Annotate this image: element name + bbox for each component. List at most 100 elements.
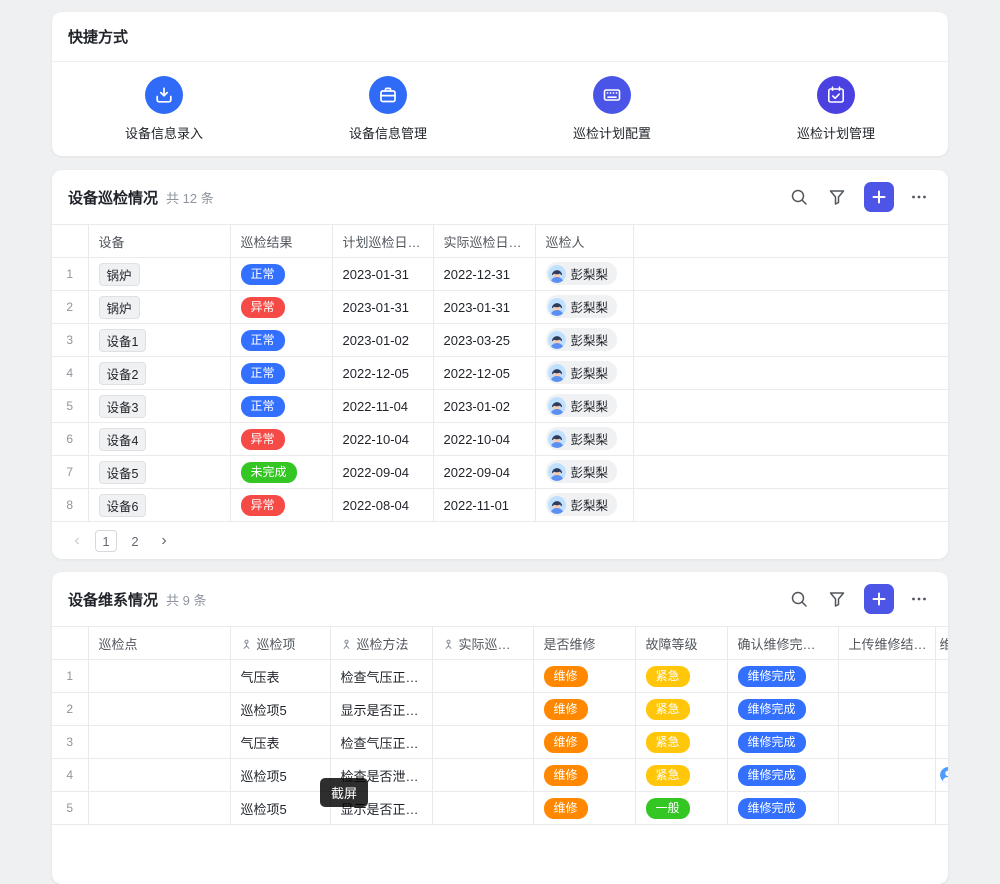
actual-date-cell[interactable]: 2023-03-25 xyxy=(433,324,535,357)
level-cell[interactable]: 一般 xyxy=(635,792,727,825)
search-button[interactable] xyxy=(786,184,812,210)
inspector-cell[interactable]: 彭梨梨 xyxy=(535,291,633,324)
inspector-cell[interactable]: 彭梨梨 xyxy=(535,258,633,291)
repair-cell[interactable]: 维修 xyxy=(533,660,635,693)
confirm-cell[interactable]: 维修完成 xyxy=(727,660,838,693)
item-cell[interactable]: 巡检项5 xyxy=(230,693,330,726)
upload-cell[interactable] xyxy=(838,660,935,693)
upload-cell[interactable] xyxy=(838,726,935,759)
row-number-cell[interactable]: 1 xyxy=(52,258,88,291)
inspector-cell[interactable]: 彭梨梨 xyxy=(535,324,633,357)
planned-date-cell[interactable]: 2023-01-31 xyxy=(332,258,433,291)
item-cell[interactable]: 气压表 xyxy=(230,726,330,759)
upload-cell[interactable] xyxy=(838,759,935,792)
row-number-cell[interactable]: 5 xyxy=(52,390,88,423)
device-cell[interactable]: 锅炉 xyxy=(88,258,230,291)
row-number-cell[interactable]: 7 xyxy=(52,456,88,489)
row-number-cell[interactable]: 4 xyxy=(52,357,88,390)
device-cell[interactable]: 设备6 xyxy=(88,489,230,522)
actual-date-cell[interactable]: 2022-12-31 xyxy=(433,258,535,291)
tail-cell[interactable] xyxy=(935,693,948,726)
tail-cell[interactable] xyxy=(935,660,948,693)
method-cell[interactable]: 检查气压正… xyxy=(330,726,432,759)
more-button[interactable] xyxy=(906,184,932,210)
item-cell[interactable]: 巡检项5 xyxy=(230,759,330,792)
point-cell[interactable] xyxy=(88,693,230,726)
level-cell[interactable]: 紧急 xyxy=(635,759,727,792)
planned-date-cell[interactable]: 2022-08-04 xyxy=(332,489,433,522)
result-cell[interactable]: 异常 xyxy=(230,291,332,324)
inspector-cell[interactable]: 彭梨梨 xyxy=(535,357,633,390)
actual-date-cell[interactable]: 2023-01-31 xyxy=(433,291,535,324)
row-number-cell[interactable]: 2 xyxy=(52,693,88,726)
column-header-level[interactable]: 故障等级 xyxy=(635,627,727,660)
row-number-cell[interactable]: 6 xyxy=(52,423,88,456)
item-cell[interactable]: 巡检项5 xyxy=(230,792,330,825)
upload-cell[interactable] xyxy=(838,792,935,825)
prev-page-button[interactable]: ‹ xyxy=(66,530,88,552)
inspector-cell[interactable]: 彭梨梨 xyxy=(535,489,633,522)
point-cell[interactable] xyxy=(88,792,230,825)
row-number-cell[interactable]: 5 xyxy=(52,792,88,825)
device-cell[interactable]: 锅炉 xyxy=(88,291,230,324)
row-number-cell[interactable]: 8 xyxy=(52,489,88,522)
column-header-planned-date[interactable]: 计划巡检日… xyxy=(332,225,433,258)
device-cell[interactable]: 设备3 xyxy=(88,390,230,423)
actual-date-cell[interactable]: 2022-11-01 xyxy=(433,489,535,522)
planned-date-cell[interactable]: 2022-12-05 xyxy=(332,357,433,390)
planned-date-cell[interactable]: 2022-09-04 xyxy=(332,456,433,489)
planned-date-cell[interactable]: 2022-10-04 xyxy=(332,423,433,456)
result-cell[interactable]: 未完成 xyxy=(230,456,332,489)
result-cell[interactable]: 异常 xyxy=(230,423,332,456)
column-header-confirm[interactable]: 确认维修完… xyxy=(727,627,838,660)
result-cell[interactable]: 正常 xyxy=(230,258,332,291)
add-record-button[interactable] xyxy=(864,584,894,614)
device-cell[interactable]: 设备4 xyxy=(88,423,230,456)
column-header-actual-date[interactable]: 实际巡检日… xyxy=(433,225,535,258)
column-header-item[interactable]: 巡检项 xyxy=(230,627,330,660)
filter-button[interactable] xyxy=(824,586,850,612)
column-header-method[interactable]: 巡检方法 xyxy=(330,627,432,660)
shortcut-plan-management[interactable]: 巡检计划管理 xyxy=(724,76,948,142)
column-header-upload[interactable]: 上传维修结… xyxy=(838,627,935,660)
repair-cell[interactable]: 维修 xyxy=(533,693,635,726)
shortcut-plan-config[interactable]: 巡检计划配置 xyxy=(500,76,724,142)
inspector-cell[interactable]: 彭梨梨 xyxy=(535,423,633,456)
more-button[interactable] xyxy=(906,586,932,612)
point-cell[interactable] xyxy=(88,660,230,693)
actual-cell[interactable] xyxy=(432,693,533,726)
upload-cell[interactable] xyxy=(838,693,935,726)
point-cell[interactable] xyxy=(88,759,230,792)
level-cell[interactable]: 紧急 xyxy=(635,726,727,759)
row-number-cell[interactable]: 4 xyxy=(52,759,88,792)
planned-date-cell[interactable]: 2023-01-31 xyxy=(332,291,433,324)
actual-cell[interactable] xyxy=(432,660,533,693)
confirm-cell[interactable]: 维修完成 xyxy=(727,693,838,726)
column-header-point[interactable]: 巡检点 xyxy=(88,627,230,660)
tail-cell[interactable] xyxy=(935,792,948,825)
row-number-cell[interactable]: 3 xyxy=(52,726,88,759)
row-number-cell[interactable]: 1 xyxy=(52,660,88,693)
filter-button[interactable] xyxy=(824,184,850,210)
actual-date-cell[interactable]: 2023-01-02 xyxy=(433,390,535,423)
actual-date-cell[interactable]: 2022-12-05 xyxy=(433,357,535,390)
shortcut-device-entry[interactable]: 设备信息录入 xyxy=(52,76,276,142)
result-cell[interactable]: 正常 xyxy=(230,324,332,357)
repair-cell[interactable]: 维修 xyxy=(533,792,635,825)
add-record-button[interactable] xyxy=(864,182,894,212)
confirm-cell[interactable]: 维修完成 xyxy=(727,726,838,759)
item-cell[interactable]: 气压表 xyxy=(230,660,330,693)
inspector-cell[interactable]: 彭梨梨 xyxy=(535,456,633,489)
page-2-button[interactable]: 2 xyxy=(124,530,146,552)
row-number-cell[interactable]: 3 xyxy=(52,324,88,357)
column-header-truncated[interactable]: 维… xyxy=(935,627,948,660)
column-header-repair[interactable]: 是否维修 xyxy=(533,627,635,660)
column-header-actual[interactable]: 实际巡… xyxy=(432,627,533,660)
method-cell[interactable]: 显示是否正… xyxy=(330,693,432,726)
actual-cell[interactable] xyxy=(432,759,533,792)
device-cell[interactable]: 设备2 xyxy=(88,357,230,390)
point-cell[interactable] xyxy=(88,726,230,759)
planned-date-cell[interactable]: 2023-01-02 xyxy=(332,324,433,357)
inspector-cell[interactable]: 彭梨梨 xyxy=(535,390,633,423)
actual-cell[interactable] xyxy=(432,726,533,759)
